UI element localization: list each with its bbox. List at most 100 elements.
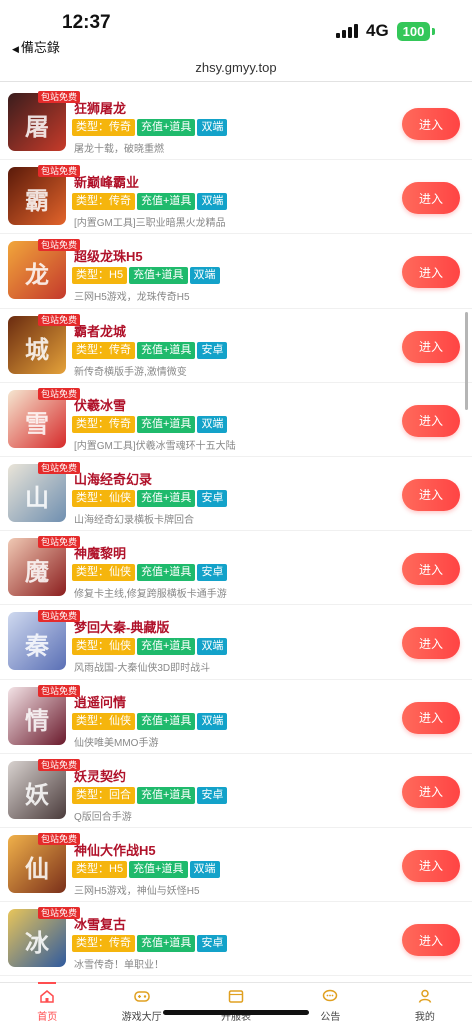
game-description: [内置GM工具]三职业暗黑火龙精品 [74,218,226,230]
enter-button[interactable]: 进入 [402,404,460,437]
game-artwork-glyph: 冰 [25,928,49,958]
game-name[interactable]: 霸者龙城 [74,321,126,340]
game-row[interactable]: 仙 包站免费 神仙大作战H5 类型：H5 充值+道具 双端 三网H5游戏，神仙与… [0,828,472,903]
tab-3[interactable]: 开服表 [189,983,283,1024]
enter-button[interactable]: 进入 [402,849,460,882]
game-artwork-glyph: 龙 [25,260,49,290]
type-tag: 类型：传奇 [72,119,135,136]
status-time: 12:37 [62,12,111,33]
enter-button[interactable]: 进入 [402,182,460,215]
pay-tag: 充值+道具 [137,638,196,656]
game-name[interactable]: 伏羲冰雪 [74,395,126,414]
game-name[interactable]: 逍遥问情 [74,692,126,711]
game-row[interactable]: 屠 包站免费 狂狮屠龙 类型：传奇 充值+道具 双端 屠龙十载，破晓重燃 进入 [0,86,472,161]
platform-tag: 安卓 [197,786,228,804]
pay-tag: 充值+道具 [137,119,196,136]
platform-tag: 双端 [197,415,228,433]
free-badge: 包站免费 [38,684,81,697]
enter-button[interactable]: 进入 [402,924,460,957]
game-row[interactable]: 霸 包站免费 新巅峰霸业 类型：传奇 充值+道具 双端 [内置GM工具]三职业暗… [0,160,472,235]
enter-button[interactable]: 进入 [402,553,460,586]
tag-row: 类型：传奇 充值+道具 安卓 [72,935,228,953]
game-list: 屠 包站免费 狂狮屠龙 类型：传奇 充值+道具 双端 屠龙十载，破晓重燃 进入 … [0,86,472,977]
game-row[interactable]: 妖 包站免费 妖灵契约 类型：回合 充值+道具 安卓 Q版回合手游 进入 [0,754,472,828]
game-row[interactable]: 雪 包站免费 伏羲冰雪 类型：传奇 充值+道具 双端 [内置GM工具]伏羲冰雪魂… [0,383,472,457]
game-name[interactable]: 新巅峰霸业 [74,172,139,191]
pay-tag: 充值+道具 [137,341,196,359]
game-name[interactable]: 冰雪复古 [74,914,126,933]
game-row[interactable]: 城 包站免费 霸者龙城 类型：传奇 充值+道具 安卓 新传奇横版手游,激情微变 … [0,309,472,383]
platform-tag: 双端 [197,638,228,656]
free-badge: 包站免费 [38,536,81,549]
game-artwork-glyph: 仙 [25,853,49,883]
free-badge: 包站免费 [38,387,81,400]
enter-button[interactable]: 进入 [402,108,460,140]
tag-row: 类型：传奇 充值+道具 双端 [72,119,228,136]
game-name[interactable]: 山海经奇幻录 [74,469,152,488]
platform-tag: 安卓 [197,564,228,582]
game-description: [内置GM工具]伏羲冰雪魂环十五大陆 [74,440,236,452]
game-name[interactable]: 神魔黎明 [74,543,126,562]
enter-button[interactable]: 进入 [402,627,460,660]
free-badge: 包站免费 [38,610,81,623]
game-row[interactable]: 情 包站免费 逍遥问情 类型：仙侠 充值+道具 双端 仙侠唯美MMO手游 进入 [0,680,472,754]
platform-tag: 安卓 [197,935,228,953]
game-name[interactable]: 妖灵契约 [74,766,126,785]
game-row[interactable]: 冰 包站免费 冰雪复古 类型：传奇 充值+道具 安卓 冰雪传奇！单职业！ 进入 [0,902,472,977]
game-name[interactable]: 狂狮屠龙 [74,98,126,117]
game-description: 风雨战国-大秦仙侠3D即时战斗 [74,663,211,675]
type-tag: 类型：传奇 [72,193,135,211]
free-badge: 包站免费 [38,313,81,326]
game-description: 新传奇横版手游,激情微变 [74,366,187,378]
free-badge: 包站免费 [38,907,81,920]
pay-tag: 充值+道具 [137,564,196,582]
tag-row: 类型：H5 充值+道具 双端 [72,860,220,878]
type-tag: 类型：H5 [72,267,128,285]
enter-button[interactable]: 进入 [402,256,460,289]
game-name[interactable]: 梦回大秦-典藏版 [74,617,169,636]
enter-button[interactable]: 进入 [402,701,460,734]
pay-tag: 充值+道具 [137,415,196,433]
enter-button[interactable]: 进入 [402,775,460,808]
game-description: Q版回合手游 [74,811,132,823]
game-row[interactable]: 魔 包站免费 神魔黎明 类型：仙侠 充值+道具 安卓 修复卡主线,修复跨服横板卡… [0,531,472,606]
game-name[interactable]: 神仙大作战H5 [74,840,156,859]
game-row[interactable]: 龙 包站免费 超级龙珠H5 类型：H5 充值+道具 双端 三网H5游戏，龙珠传奇… [0,234,472,309]
type-tag: 类型：仙侠 [72,564,135,582]
tab-1[interactable]: 首页 [0,982,94,1024]
tag-row: 类型：回合 充值+道具 安卓 [72,786,228,804]
platform-tag: 安卓 [197,341,228,359]
game-row[interactable]: 秦 包站免费 梦回大秦-典藏版 类型：仙侠 充值+道具 双端 风雨战国-大秦仙侠… [0,605,472,680]
game-artwork-glyph: 妖 [25,779,49,809]
enter-button[interactable]: 进入 [402,478,460,511]
game-name[interactable]: 超级龙珠H5 [74,246,143,265]
address-bar[interactable]: zhsy.gmyy.top [0,56,472,82]
pay-tag: 充值+道具 [129,860,188,878]
tag-row: 类型：传奇 充值+道具 安卓 [72,341,228,359]
free-badge: 包站免费 [38,165,81,178]
back-to-app-link[interactable]: ◀ 備忘錄 [12,37,60,56]
status-bar: 12:37 ◀ 備忘錄 4G 100 [0,0,472,56]
battery-icon: 100 [397,22,430,41]
tab-4[interactable]: 公告 [283,983,377,1024]
pay-tag: 充值+道具 [137,489,196,507]
enter-button[interactable]: 进入 [402,330,460,363]
tab-label: 首页 [37,1012,58,1023]
home-icon [39,989,55,1003]
back-app-label: 備忘錄 [20,40,60,55]
platform-tag: 安卓 [197,489,228,507]
game-artwork-glyph: 雪 [25,408,49,438]
scrollbar-thumb[interactable] [465,312,468,410]
game-artwork-glyph: 情 [25,705,49,735]
game-artwork-glyph: 霸 [25,186,49,216]
game-artwork-glyph: 秦 [25,631,49,661]
game-artwork-glyph: 屠 [25,112,49,141]
tab-5[interactable]: 我的 [378,983,472,1024]
home-indicator[interactable] [163,1010,309,1015]
tab-2[interactable]: 游戏大厅 [94,983,188,1024]
type-tag: 类型：回合 [72,786,135,804]
game-row[interactable]: 山 包站免费 山海经奇幻录 类型：仙侠 充值+道具 安卓 山海经奇幻录横板卡牌回… [0,457,472,532]
free-badge: 包站免费 [38,461,81,474]
tag-row: 类型：仙侠 充值+道具 双端 [72,712,228,730]
free-badge: 包站免费 [38,239,81,252]
